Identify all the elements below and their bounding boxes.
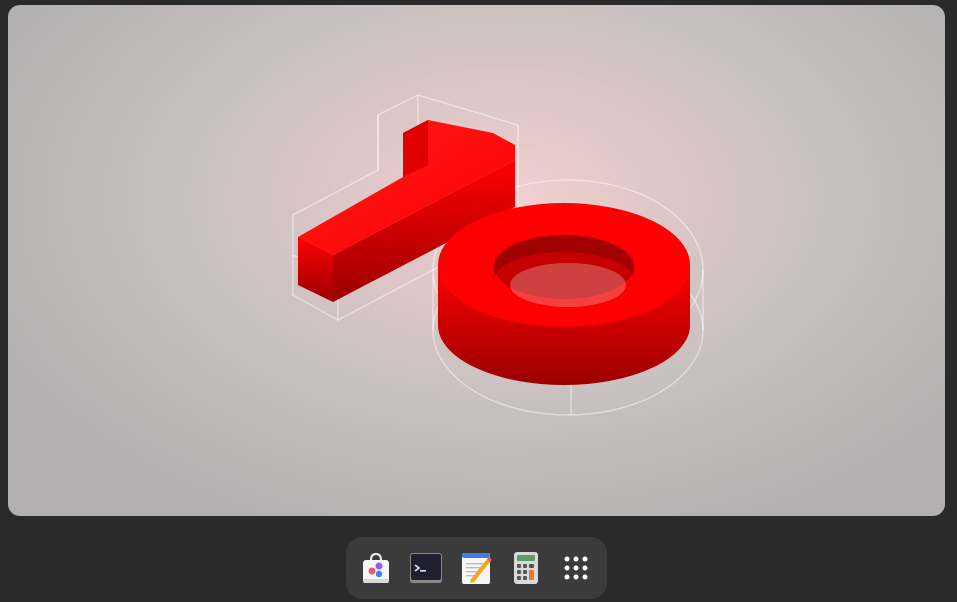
numeral-zero — [438, 203, 690, 385]
dash-app-software[interactable] — [355, 547, 397, 589]
wallpaper-art — [292, 94, 704, 416]
dash — [346, 537, 607, 599]
terminal-icon — [410, 553, 442, 583]
dash-app-calculator[interactable] — [505, 547, 547, 589]
dash-app-terminal[interactable] — [405, 547, 447, 589]
text-editor-icon — [462, 553, 492, 584]
workspace-thumbnail[interactable] — [8, 5, 945, 516]
desktop — [0, 0, 957, 602]
show-apps-grid-icon — [564, 556, 588, 580]
dash-app-text-editor[interactable] — [455, 547, 497, 589]
calculator-icon — [514, 552, 538, 584]
software-bag-icon — [363, 552, 389, 583]
show-apps-button[interactable] — [555, 547, 597, 589]
